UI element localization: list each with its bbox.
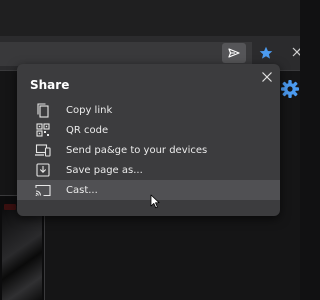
tab-strip bbox=[0, 0, 300, 36]
menu-item-send-to-devices[interactable]: Send pa&ge to your devices bbox=[17, 140, 280, 160]
copy-icon bbox=[35, 102, 51, 118]
menu-item-copy-link[interactable]: Copy link bbox=[17, 100, 280, 120]
menu-item-save-page[interactable]: Save page as... bbox=[17, 160, 280, 180]
menu-item-label: Send pa&ge to your devices bbox=[66, 144, 208, 156]
menu-item-qr-code[interactable]: QR code bbox=[17, 120, 280, 140]
menu-item-label: Save page as... bbox=[66, 164, 143, 176]
cast-icon bbox=[35, 182, 51, 198]
favorite-star-icon bbox=[259, 46, 273, 59]
dialog-title: Share bbox=[30, 78, 70, 92]
menu-item-label: QR code bbox=[66, 124, 109, 136]
save-icon bbox=[35, 162, 51, 178]
mouse-cursor-icon bbox=[150, 194, 160, 209]
address-bar[interactable] bbox=[0, 42, 252, 66]
devices-icon bbox=[35, 142, 51, 158]
settings-button[interactable] bbox=[279, 78, 300, 100]
browser-window: Share Copy link QR code Send pa&ge to yo… bbox=[0, 0, 300, 300]
more-icon bbox=[292, 47, 300, 57]
close-button[interactable] bbox=[259, 69, 275, 85]
settings-gear-icon bbox=[281, 80, 299, 98]
background-mark bbox=[4, 204, 16, 210]
menu-item-cast[interactable]: Cast... bbox=[17, 180, 280, 200]
menu-item-label: Copy link bbox=[66, 104, 113, 116]
send-button[interactable] bbox=[222, 43, 246, 63]
background-image bbox=[2, 206, 42, 300]
favorite-button[interactable] bbox=[256, 43, 276, 63]
close-icon bbox=[262, 72, 272, 82]
share-menu: Copy link QR code Send pa&ge to your dev… bbox=[17, 100, 280, 200]
qr-code-icon bbox=[35, 122, 51, 138]
menu-item-label: Cast... bbox=[66, 184, 98, 196]
more-button[interactable] bbox=[287, 42, 300, 64]
share-dialog: Share Copy link QR code Send pa&ge to yo… bbox=[17, 64, 280, 216]
send-icon bbox=[228, 48, 240, 58]
